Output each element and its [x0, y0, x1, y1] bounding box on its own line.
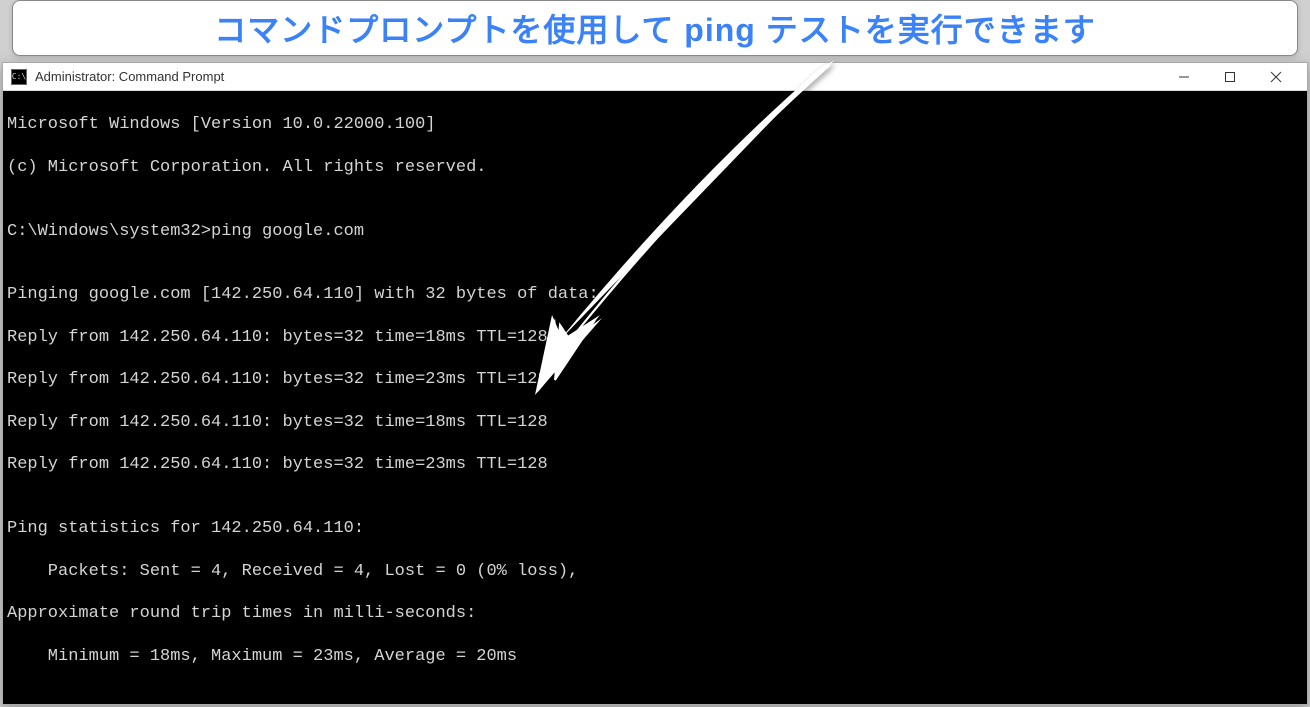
- window-titlebar[interactable]: C:\ Administrator: Command Prompt: [3, 63, 1307, 91]
- cmd-icon: C:\: [11, 69, 27, 85]
- close-button[interactable]: [1253, 63, 1299, 91]
- terminal-line: Packets: Sent = 4, Received = 4, Lost = …: [7, 561, 1303, 582]
- minimize-icon: [1178, 71, 1190, 83]
- terminal-line: Reply from 142.250.64.110: bytes=32 time…: [7, 412, 1303, 433]
- terminal-line: Reply from 142.250.64.110: bytes=32 time…: [7, 327, 1303, 348]
- terminal-line: Pinging google.com [142.250.64.110] with…: [7, 284, 1303, 305]
- terminal-line: Microsoft Windows [Version 10.0.22000.10…: [7, 114, 1303, 135]
- terminal-line: Approximate round trip times in milli-se…: [7, 603, 1303, 624]
- terminal-line: Reply from 142.250.64.110: bytes=32 time…: [7, 369, 1303, 390]
- close-icon: [1270, 71, 1282, 83]
- maximize-icon: [1224, 71, 1236, 83]
- minimize-button[interactable]: [1161, 63, 1207, 91]
- terminal-line: Reply from 142.250.64.110: bytes=32 time…: [7, 454, 1303, 475]
- command-prompt-window: C:\ Administrator: Command Prompt: [2, 62, 1308, 705]
- terminal-output[interactable]: Microsoft Windows [Version 10.0.22000.10…: [3, 91, 1307, 704]
- window-controls: [1161, 63, 1299, 91]
- maximize-button[interactable]: [1207, 63, 1253, 91]
- annotation-banner: コマンドプロンプトを使用して ping テストを実行できます: [12, 0, 1298, 56]
- terminal-line: Minimum = 18ms, Maximum = 23ms, Average …: [7, 646, 1303, 667]
- window-title: Administrator: Command Prompt: [35, 69, 1161, 84]
- terminal-line: Ping statistics for 142.250.64.110:: [7, 518, 1303, 539]
- annotation-text: コマンドプロンプトを使用して ping テストを実行できます: [214, 5, 1095, 51]
- terminal-line: C:\Windows\system32>ping google.com: [7, 221, 1303, 242]
- terminal-line: (c) Microsoft Corporation. All rights re…: [7, 157, 1303, 178]
